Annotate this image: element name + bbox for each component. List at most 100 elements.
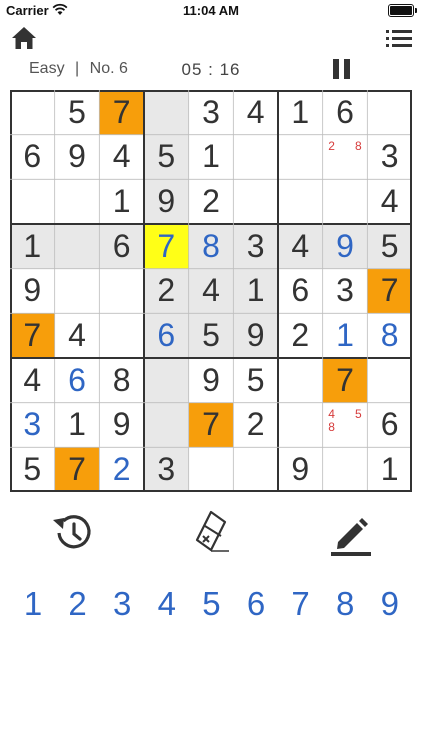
sudoku-cell[interactable]: 1 xyxy=(189,135,234,180)
numpad-key-1[interactable]: 1 xyxy=(13,582,53,626)
sudoku-cell[interactable]: 1 xyxy=(99,179,144,224)
sudoku-cell[interactable] xyxy=(278,403,323,448)
sudoku-cell[interactable]: 5 xyxy=(55,90,100,135)
sudoku-cell[interactable]: 4 xyxy=(55,313,100,358)
sudoku-cell[interactable]: 8 xyxy=(99,358,144,403)
sudoku-cell[interactable] xyxy=(144,90,189,135)
sudoku-cell[interactable]: 6 xyxy=(55,358,100,403)
sudoku-cell[interactable]: 2 xyxy=(99,447,144,492)
sudoku-cell[interactable] xyxy=(99,313,144,358)
sudoku-cell[interactable]: 7 xyxy=(144,224,189,269)
sudoku-cell[interactable]: 3 xyxy=(189,90,234,135)
sudoku-cell[interactable]: 5 xyxy=(367,224,412,269)
notes-button[interactable] xyxy=(327,508,375,556)
sudoku-cell[interactable] xyxy=(233,447,278,492)
sudoku-cell[interactable]: 9 xyxy=(144,179,189,224)
sudoku-cell[interactable] xyxy=(144,358,189,403)
sudoku-cell[interactable]: 9 xyxy=(278,447,323,492)
sudoku-cell[interactable] xyxy=(367,90,412,135)
sudoku-cell[interactable]: 1 xyxy=(10,224,55,269)
sudoku-cell[interactable]: 4 xyxy=(99,135,144,180)
sudoku-cell[interactable]: 3 xyxy=(367,135,412,180)
sudoku-cell[interactable]: 4 xyxy=(10,358,55,403)
sudoku-cell[interactable]: 3 xyxy=(144,447,189,492)
sudoku-cell[interactable]: 9 xyxy=(189,358,234,403)
sudoku-cell[interactable] xyxy=(233,179,278,224)
numpad-key-9[interactable]: 9 xyxy=(370,582,410,626)
sudoku-cell[interactable]: 7 xyxy=(322,358,368,403)
sudoku-cell[interactable]: 1 xyxy=(278,90,323,135)
sudoku-cell[interactable]: 6 xyxy=(278,269,323,314)
sudoku-cell[interactable]: 6 xyxy=(144,313,189,358)
sudoku-cell[interactable]: 9 xyxy=(233,313,278,358)
sudoku-cell[interactable]: 6 xyxy=(99,224,144,269)
numpad-key-2[interactable]: 2 xyxy=(58,582,98,626)
sudoku-cell[interactable] xyxy=(323,447,368,492)
sudoku-cell[interactable] xyxy=(278,358,323,403)
sudoku-cell[interactable] xyxy=(10,179,55,224)
sudoku-cell[interactable]: 9 xyxy=(10,269,55,314)
sudoku-cell[interactable]: 8 xyxy=(188,224,234,269)
sudoku-cell[interactable]: 6 xyxy=(323,90,368,135)
menu-list-icon[interactable] xyxy=(386,28,412,50)
numpad-key-7[interactable]: 7 xyxy=(281,582,321,626)
sudoku-cell[interactable] xyxy=(10,90,55,135)
sudoku-cell[interactable]: 4 xyxy=(278,224,323,269)
sudoku-cell[interactable]: 3 xyxy=(323,269,368,314)
sudoku-cell[interactable]: 4 xyxy=(233,90,278,135)
eraser-icon xyxy=(195,510,229,552)
sudoku-cell[interactable] xyxy=(278,135,323,180)
pencil-note-digit: 8 xyxy=(355,138,362,153)
sudoku-cell[interactable] xyxy=(278,179,323,224)
sudoku-cell[interactable]: 1 xyxy=(233,268,278,314)
sudoku-cell[interactable] xyxy=(55,179,100,224)
numpad-key-5[interactable]: 5 xyxy=(191,582,231,626)
undo-button[interactable] xyxy=(47,508,95,556)
sudoku-cell[interactable]: 2 xyxy=(233,403,278,448)
numpad-key-8[interactable]: 8 xyxy=(325,582,365,626)
sudoku-cell[interactable] xyxy=(233,135,278,180)
sudoku-cell[interactable]: 1 xyxy=(367,447,412,492)
sudoku-cell[interactable] xyxy=(189,447,234,492)
sudoku-cell[interactable]: 28 xyxy=(323,135,368,180)
sudoku-cell[interactable] xyxy=(367,358,412,403)
sudoku-cell[interactable]: 5 xyxy=(144,134,189,180)
sudoku-cell[interactable]: 5 xyxy=(188,313,234,358)
sudoku-cell[interactable]: 4 xyxy=(367,179,412,224)
sudoku-cell[interactable]: 9 xyxy=(55,135,100,180)
game-timer: 05 : 16 xyxy=(181,60,241,79)
sudoku-cell[interactable]: 8 xyxy=(367,313,412,358)
erase-button[interactable] xyxy=(187,508,235,556)
sudoku-cell[interactable]: 5 xyxy=(233,358,278,403)
sudoku-cell[interactable] xyxy=(54,224,100,269)
sudoku-cell[interactable]: 458 xyxy=(323,403,368,448)
sudoku-cell[interactable]: 4 xyxy=(188,268,234,314)
numpad-key-6[interactable]: 6 xyxy=(236,582,276,626)
sudoku-cell[interactable]: 9 xyxy=(99,403,144,448)
sudoku-cell[interactable] xyxy=(144,402,189,448)
sudoku-cell[interactable]: 3 xyxy=(10,403,55,448)
sudoku-cell[interactable] xyxy=(323,179,368,224)
sudoku-cell[interactable]: 2 xyxy=(278,313,323,358)
status-time: 11:04 AM xyxy=(183,3,239,18)
pause-button[interactable] xyxy=(332,59,352,81)
sudoku-cell[interactable]: 7 xyxy=(188,402,234,448)
numpad-key-3[interactable]: 3 xyxy=(102,582,142,626)
sudoku-cell[interactable]: 3 xyxy=(233,224,278,269)
sudoku-cell[interactable]: 6 xyxy=(10,135,55,180)
sudoku-cell[interactable]: 7 xyxy=(367,268,412,314)
sudoku-cell[interactable] xyxy=(99,269,144,314)
sudoku-cell[interactable] xyxy=(55,269,100,314)
home-icon[interactable] xyxy=(10,24,38,52)
sudoku-cell[interactable]: 9 xyxy=(322,224,368,269)
sudoku-cell[interactable]: 2 xyxy=(144,268,189,314)
sudoku-cell[interactable]: 2 xyxy=(189,179,234,224)
sudoku-cell[interactable]: 7 xyxy=(99,90,144,135)
numpad-key-4[interactable]: 4 xyxy=(147,582,187,626)
sudoku-cell[interactable]: 5 xyxy=(10,447,55,492)
sudoku-cell[interactable]: 1 xyxy=(323,313,368,358)
sudoku-cell[interactable]: 7 xyxy=(54,447,100,492)
sudoku-cell[interactable]: 7 xyxy=(10,313,55,358)
sudoku-cell[interactable]: 1 xyxy=(55,403,100,448)
sudoku-cell[interactable]: 6 xyxy=(367,403,412,448)
